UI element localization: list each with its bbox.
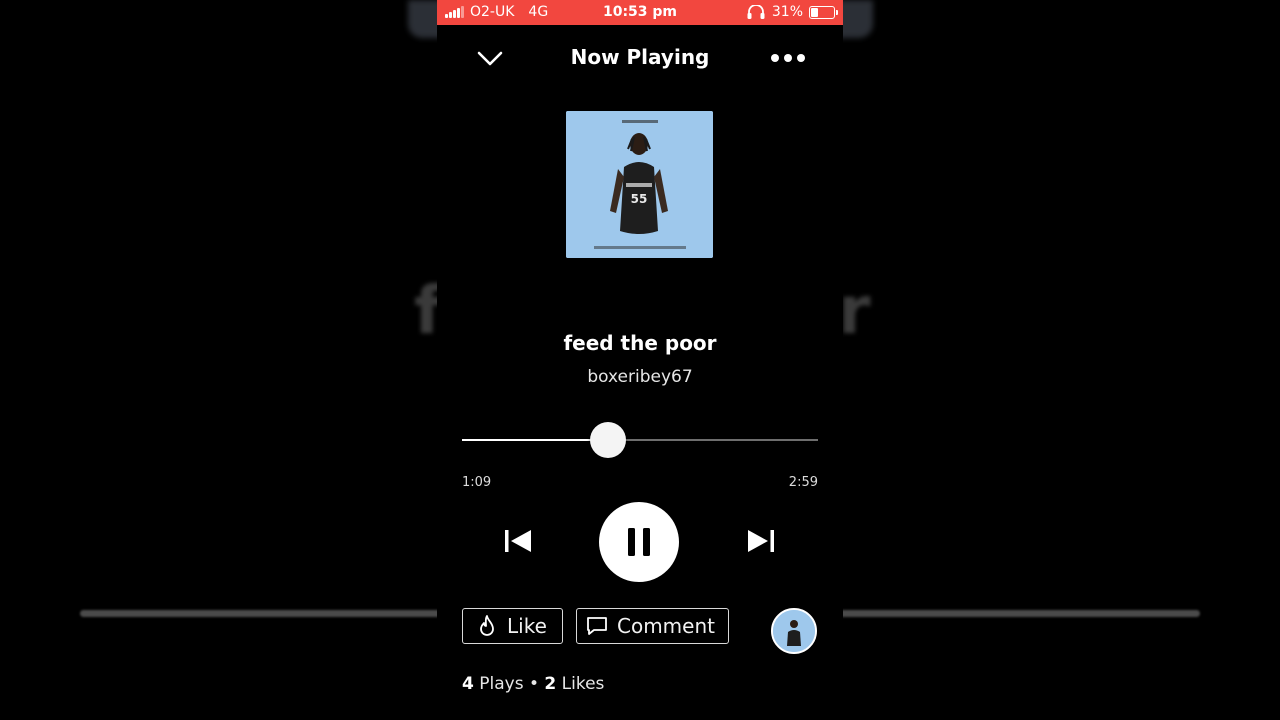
progress-slider[interactable] [462, 422, 818, 458]
likes-count: 2 [544, 674, 557, 694]
artist-avatar[interactable] [771, 608, 817, 654]
status-bar: O2-UK 4G 10:53 pm 31% [437, 0, 843, 25]
plays-count: 4 [462, 674, 474, 694]
like-label: Like [507, 614, 547, 638]
elapsed-time: 1:09 [462, 475, 492, 490]
more-dots-icon [771, 54, 805, 62]
now-playing-header: Now Playing [437, 38, 843, 78]
pause-button[interactable] [599, 502, 679, 582]
comment-label: Comment [617, 614, 715, 638]
artist-name[interactable]: boxeribey67 [437, 367, 843, 387]
more-options-button[interactable] [769, 46, 809, 70]
stats-separator: • [528, 674, 539, 694]
chevron-down-icon [477, 51, 503, 66]
collapse-button[interactable] [475, 46, 505, 70]
likes-label: Likes [561, 674, 605, 694]
track-title: feed the poor [563, 331, 717, 355]
previous-track-button[interactable] [502, 526, 534, 556]
battery-percent: 31% [771, 4, 803, 20]
progress-fill [462, 439, 608, 441]
total-time: 2:59 [788, 475, 818, 490]
album-artwork: 55 [566, 111, 713, 258]
plays-label: Plays [479, 674, 524, 694]
status-bar-right: 31% [746, 4, 838, 20]
track-stats: 4 Plays • 2 Likes [462, 674, 604, 694]
skip-back-icon [505, 530, 531, 552]
now-playing-screen: O2-UK 4G 10:53 pm 31% Now Playing 55 fee… [437, 0, 843, 720]
comment-button[interactable]: Comment [576, 608, 729, 644]
svg-text:55: 55 [631, 192, 648, 206]
flame-icon [480, 615, 494, 636]
skip-forward-icon [748, 530, 774, 552]
pause-icon [628, 528, 650, 556]
avatar-image [773, 610, 815, 652]
battery-icon [809, 5, 838, 19]
next-track-button[interactable] [745, 526, 777, 556]
headphones-icon [747, 5, 765, 19]
artwork-image: 55 [566, 111, 713, 258]
progress-knob[interactable] [589, 422, 626, 458]
comment-icon [587, 617, 607, 635]
like-button[interactable]: Like [462, 608, 563, 644]
